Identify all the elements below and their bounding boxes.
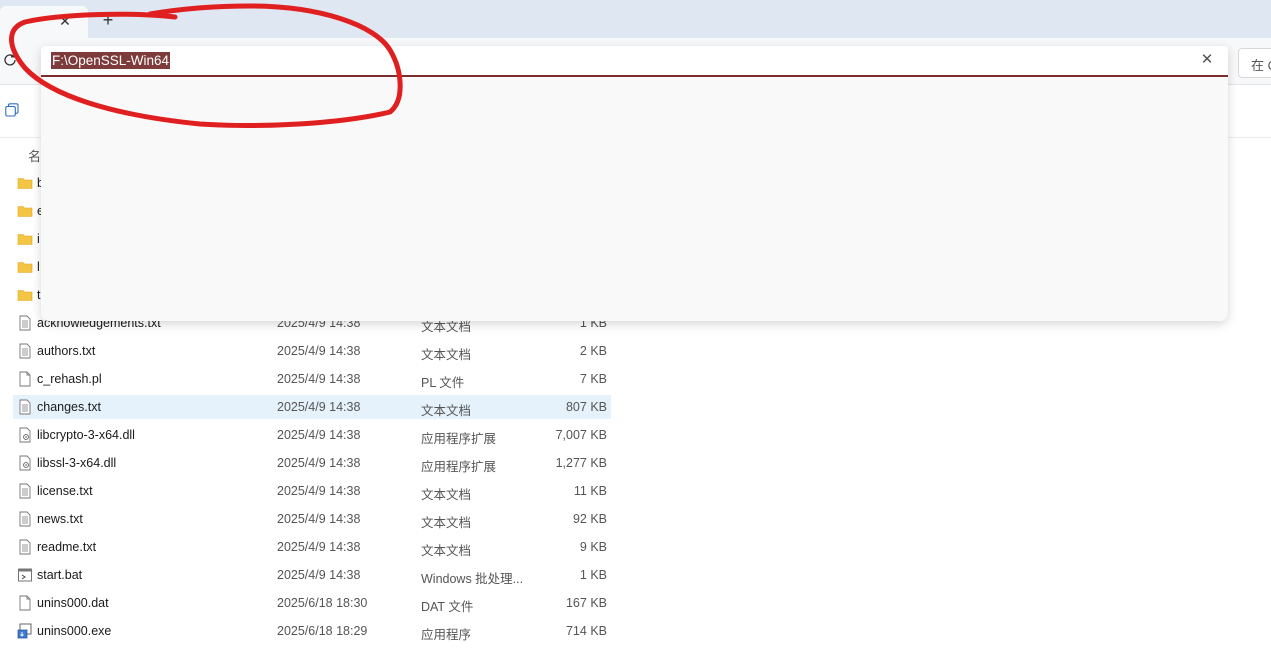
file-name: authors.txt [37, 344, 96, 358]
file-type: DAT 文件 [421, 600, 474, 614]
file-name: l [37, 260, 40, 274]
file-type: 应用程序扩展 [421, 460, 497, 474]
file-date: 2025/4/9 14:38 [277, 540, 361, 554]
file-date: 2025/6/18 18:30 [277, 596, 368, 610]
file-row[interactable]: c_rehash.pl 2025/4/9 14:38 PL 文件 7 KB [13, 367, 611, 391]
folder-icon [17, 175, 33, 191]
file-size: 807 KB [565, 400, 607, 414]
file-row[interactable]: libcrypto-3-x64.dll 2025/4/9 14:38 应用程序扩展 7… [13, 423, 611, 447]
file-size: 7,007 KB [555, 428, 607, 442]
dll-file-icon [17, 455, 33, 471]
file-date: 2025/4/9 14:38 [277, 428, 361, 442]
address-suggestion-panel: F:\OpenSSL-Win64 ✕ [41, 46, 1228, 321]
copy-icon[interactable] [5, 103, 19, 117]
file-name: t [37, 288, 41, 302]
new-tab-icon[interactable]: + [100, 11, 116, 29]
folder-icon [17, 203, 33, 219]
file-date: 2025/4/9 14:38 [277, 512, 361, 526]
text-file-icon [17, 343, 33, 359]
address-text[interactable]: F:\OpenSSL-Win64 [51, 52, 171, 69]
file-row[interactable]: news.txt 2025/4/9 14:38 文本文档 92 KB [13, 507, 611, 531]
file-name: unins000.exe [37, 624, 112, 638]
file-name: libssl-3-x64.dll [37, 456, 117, 470]
file-explorer-window: ✕ + 在 O 名 beiltacknowledgements.txt2025/… [0, 0, 1271, 655]
file-name: license.txt [37, 484, 93, 498]
file-type: 文本文档 [421, 348, 472, 362]
file-row[interactable]: changes.txt 2025/4/9 14:38 文本文档 807 KB [13, 395, 611, 419]
text-file-icon [17, 511, 33, 527]
file-row[interactable]: readme.txt 2025/4/9 14:38 文本文档 9 KB [13, 535, 611, 559]
file-name: c_rehash.pl [37, 372, 102, 386]
file-date: 2025/4/9 14:38 [277, 400, 361, 414]
file-type: PL 文件 [421, 376, 465, 390]
file-size: 1,277 KB [555, 456, 607, 470]
installer-icon [17, 623, 33, 639]
file-row[interactable]: start.bat 2025/4/9 14:38 Windows 批处理... 1 K… [13, 563, 611, 587]
tab-active[interactable]: ✕ [0, 6, 88, 38]
file-date: 2025/4/9 14:38 [277, 568, 361, 582]
file-row[interactable]: unins000.exe 2025/6/18 18:29 应用程序 714 KB [13, 619, 611, 643]
text-file-icon [17, 483, 33, 499]
text-file-icon [17, 539, 33, 555]
file-name: changes.txt [37, 400, 101, 414]
folder-icon [17, 259, 33, 275]
tab-close-icon[interactable]: ✕ [58, 14, 72, 28]
file-name: libcrypto-3-x64.dll [37, 428, 135, 442]
clear-address-icon[interactable]: ✕ [1200, 52, 1214, 68]
file-name: news.txt [37, 512, 83, 526]
blank-file-icon [17, 371, 33, 387]
file-row[interactable]: license.txt 2025/4/9 14:38 文本文档 11 KB [13, 479, 611, 503]
file-type: 文本文档 [421, 516, 472, 530]
tab-strip: ✕ + [0, 0, 1271, 38]
file-name: start.bat [37, 568, 83, 582]
file-date: 2025/4/9 14:38 [277, 456, 361, 470]
blank-file-icon [17, 595, 33, 611]
file-name: readme.txt [37, 540, 97, 554]
file-row[interactable]: libssl-3-x64.dll 2025/4/9 14:38 应用程序扩展 1,27… [13, 451, 611, 475]
file-size: 7 KB [579, 372, 607, 386]
file-type: Windows 批处理... [421, 572, 524, 586]
file-size: 92 KB [572, 512, 607, 526]
dll-file-icon [17, 427, 33, 443]
file-type: 应用程序扩展 [421, 432, 497, 446]
search-input[interactable]: 在 O [1238, 48, 1271, 78]
file-name: unins000.dat [37, 596, 109, 610]
refresh-icon[interactable] [2, 52, 18, 68]
text-file-icon [17, 315, 33, 331]
file-name: i [37, 232, 40, 246]
file-row[interactable]: unins000.dat 2025/6/18 18:30 DAT 文件 167 KB [13, 591, 611, 615]
file-size: 9 KB [579, 540, 607, 554]
file-type: 文本文档 [421, 488, 472, 502]
file-size: 714 KB [565, 624, 607, 638]
search-placeholder: 在 O [1251, 58, 1271, 73]
file-date: 2025/4/9 14:38 [277, 484, 361, 498]
address-input[interactable]: F:\OpenSSL-Win64 ✕ [41, 46, 1228, 77]
file-size: 2 KB [579, 344, 607, 358]
file-size: 11 KB [573, 484, 607, 498]
file-date: 2025/4/9 14:38 [277, 372, 361, 386]
text-file-icon [17, 399, 33, 415]
file-type: 应用程序 [421, 628, 472, 642]
file-date: 2025/4/9 14:38 [277, 344, 361, 358]
file-type: 文本文档 [421, 544, 472, 558]
file-size: 167 KB [565, 596, 607, 610]
folder-icon [17, 231, 33, 247]
file-type: 文本文档 [421, 404, 472, 418]
file-row[interactable]: authors.txt 2025/4/9 14:38 文本文档 2 KB [13, 339, 611, 363]
batch-file-icon [17, 567, 33, 583]
column-header-name[interactable]: 名 [28, 146, 41, 165]
folder-icon [17, 287, 33, 303]
file-size: 1 KB [579, 568, 607, 582]
file-date: 2025/6/18 18:29 [277, 624, 368, 638]
